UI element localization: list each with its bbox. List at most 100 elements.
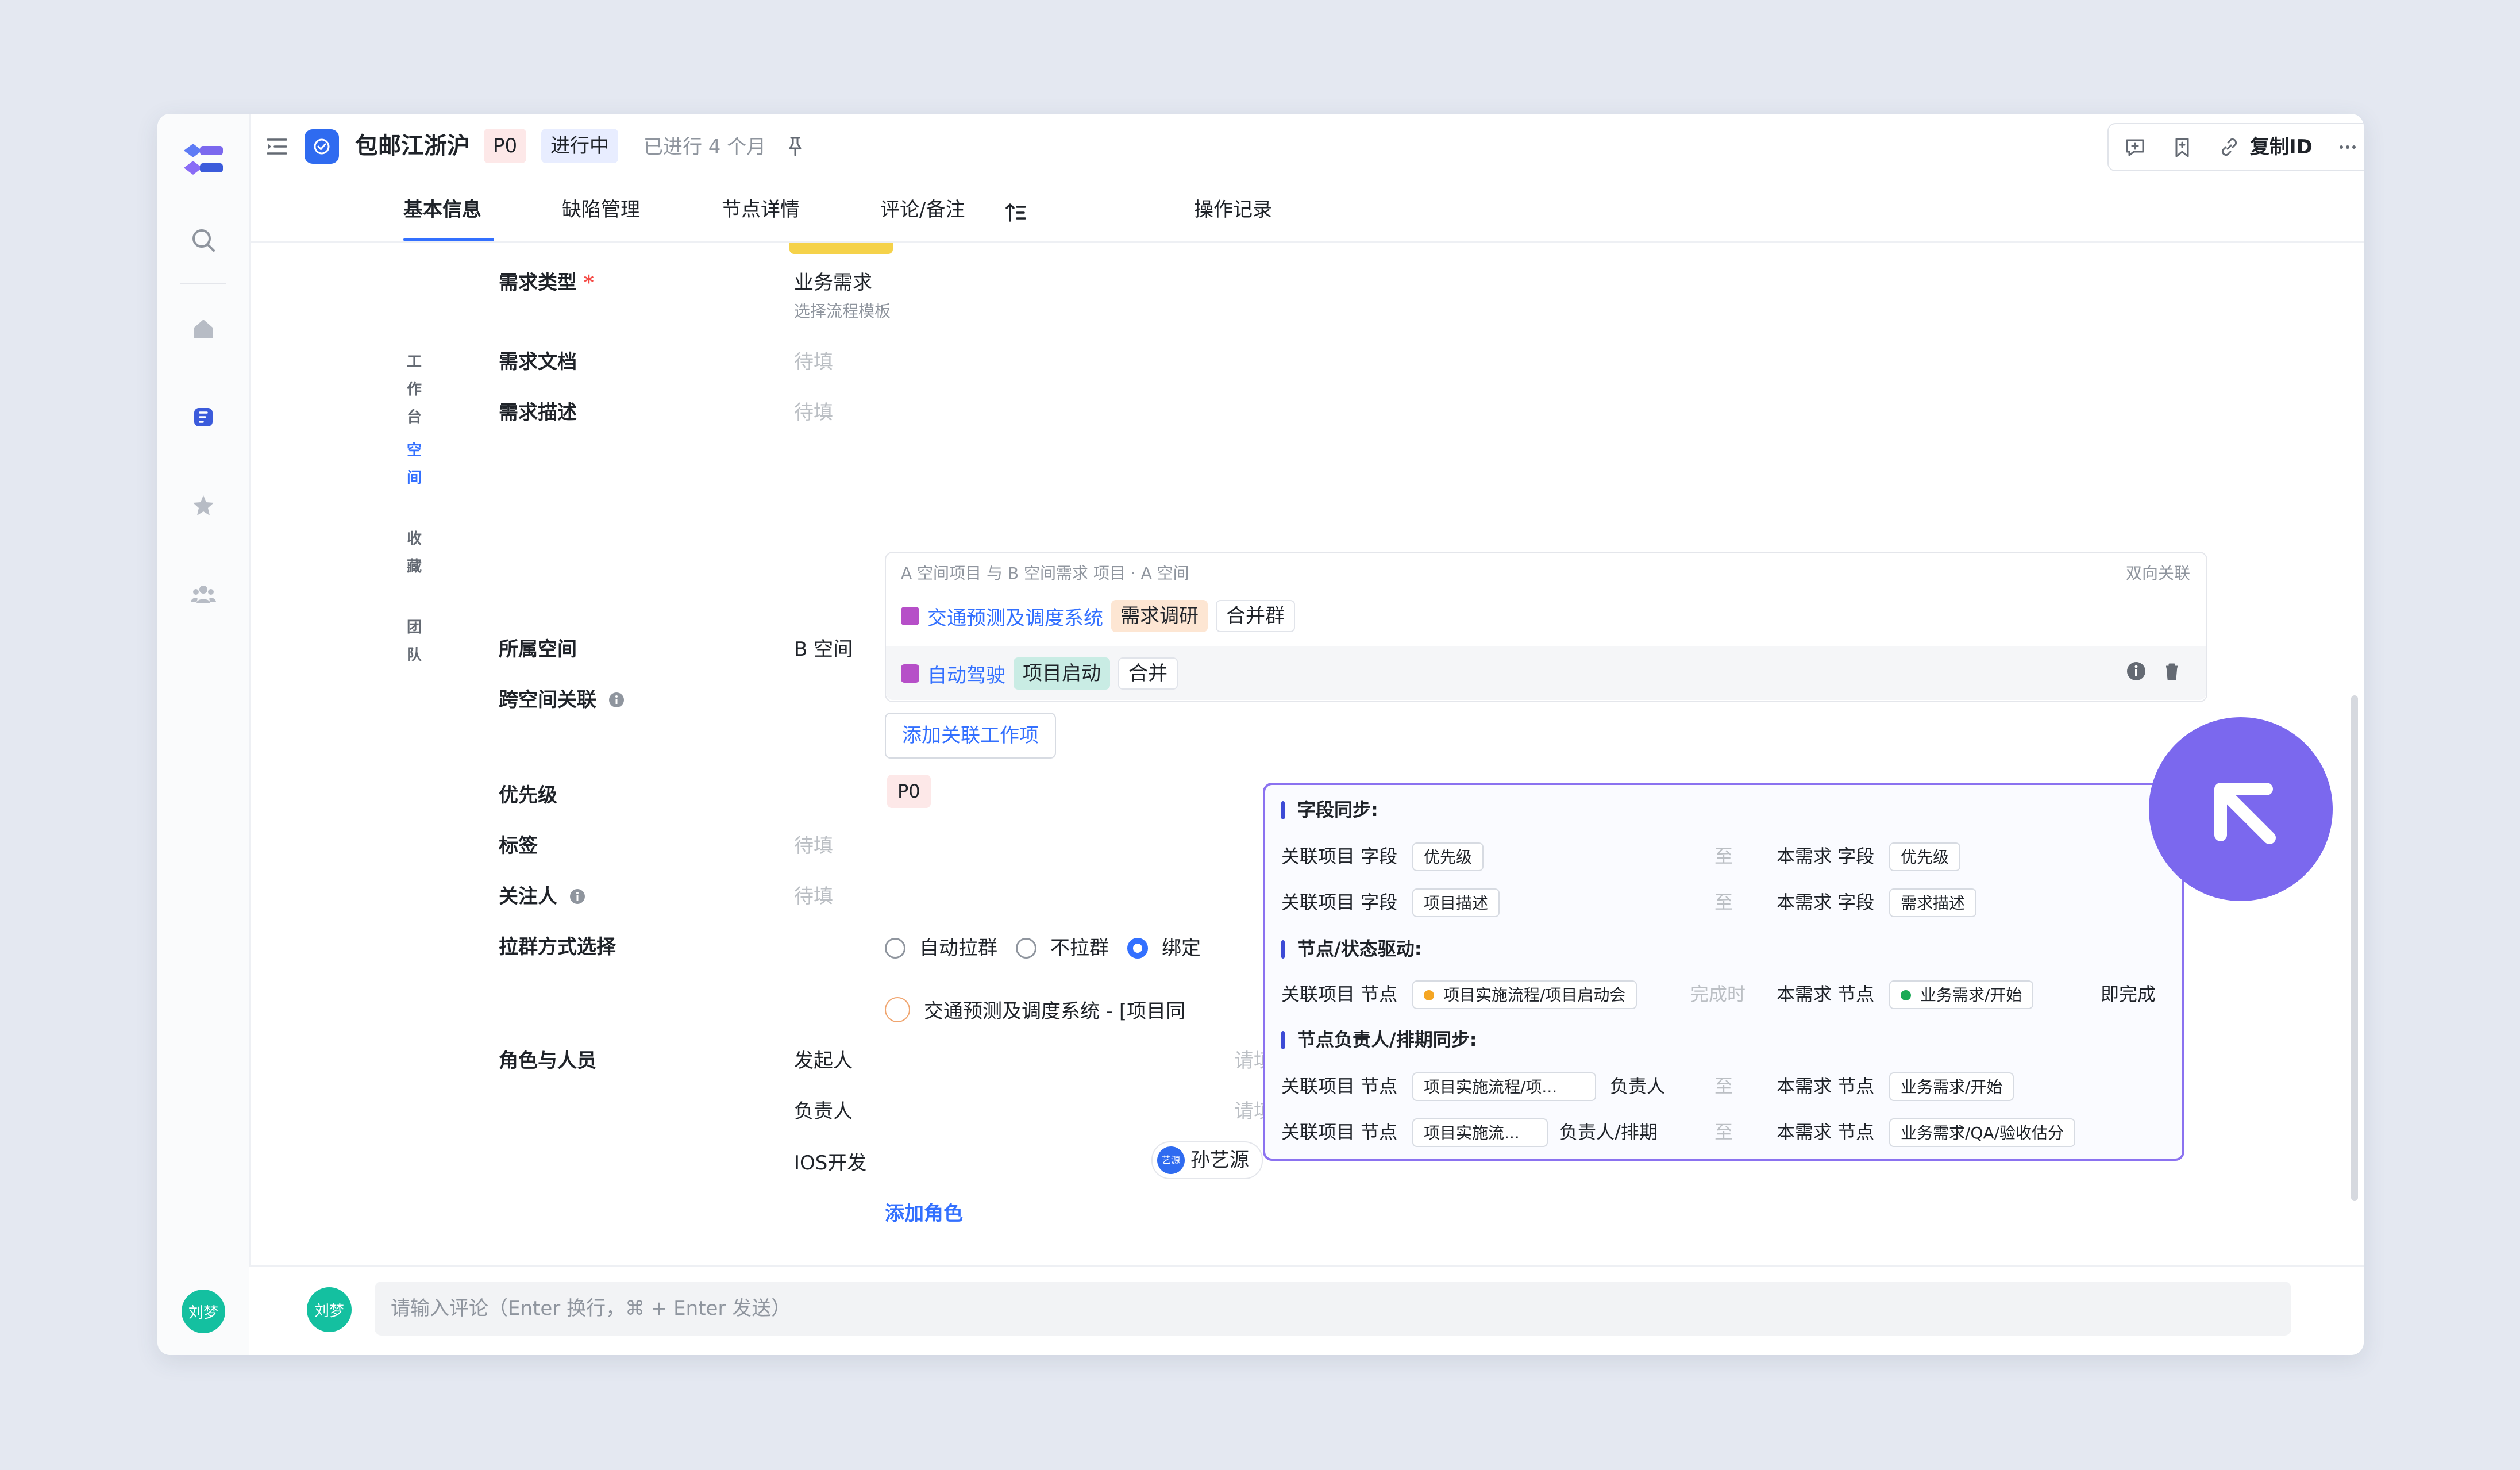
- node-chip[interactable]: 业务需求/QA/验收估分: [1889, 1118, 2076, 1147]
- field-chip[interactable]: 优先级: [1412, 842, 1484, 871]
- home-icon: [194, 320, 213, 338]
- cross-link-row[interactable]: 自动驾驶 项目启动 合并: [901, 656, 1178, 691]
- field-label-req-doc: 需求文档: [499, 351, 577, 374]
- rail-item-favorites[interactable]: 收藏: [157, 492, 422, 575]
- info-icon[interactable]: [2125, 660, 2148, 683]
- scrollbar[interactable]: [2351, 695, 2358, 1201]
- field-label-tags: 标签: [499, 834, 538, 857]
- cross-link-row[interactable]: 交通预测及调度系统 需求调研 合并群: [901, 599, 1295, 633]
- status-badge[interactable]: 进行中: [541, 129, 618, 163]
- tags-value[interactable]: 待填: [794, 832, 833, 860]
- project-icon: [901, 607, 919, 625]
- req-desc-value[interactable]: 待填: [794, 399, 833, 426]
- priority-badge[interactable]: P0: [484, 129, 527, 163]
- node-chip[interactable]: 需求调研: [1111, 600, 1208, 632]
- node-chip[interactable]: 项目实施流...: [1412, 1118, 1548, 1147]
- radio-label[interactable]: 不拉群: [1050, 934, 1109, 962]
- node-chip[interactable]: 项目启动: [1014, 657, 1110, 690]
- cross-space-links: A 空间项目 与 B 空间需求 项目 · A 空间 双向关联 交通预测及调度系统…: [885, 552, 2207, 702]
- rel-field-label: 关联项目 字段: [1281, 845, 1398, 867]
- tab-node-details[interactable]: 节点详情: [722, 195, 800, 224]
- info-icon[interactable]: [608, 691, 625, 709]
- req-type-sub: 选择流程模板: [794, 302, 891, 321]
- team-icon: [191, 586, 216, 603]
- chat-add-icon[interactable]: [2124, 136, 2147, 159]
- tab-basic-info[interactable]: 基本信息: [403, 195, 481, 224]
- info-icon[interactable]: [569, 888, 586, 905]
- bound-group[interactable]: 交通预测及调度系统 - [项目同: [885, 995, 1185, 1023]
- merge-group-chip[interactable]: 合并: [1118, 657, 1178, 690]
- radio-bind-group[interactable]: [1127, 938, 1148, 959]
- rail-item-space[interactable]: 空间: [157, 403, 422, 487]
- bookmark-icon[interactable]: [2171, 136, 2194, 159]
- node-chip[interactable]: 业务需求/开始: [1889, 1072, 2014, 1101]
- merge-group-chip[interactable]: 合并群: [1216, 600, 1295, 632]
- add-linked-item-button[interactable]: 添加关联工作项: [885, 713, 1056, 759]
- node-chip[interactable]: 项目实施流程/项...: [1412, 1072, 1596, 1101]
- row-actions: [2125, 660, 2183, 683]
- followers-value[interactable]: 待填: [794, 883, 833, 910]
- more-icon[interactable]: [2336, 136, 2359, 159]
- priority-value[interactable]: P0: [887, 775, 931, 808]
- status-chip: [789, 243, 893, 254]
- copy-id-button[interactable]: 复制ID: [2250, 132, 2313, 162]
- elapsed-time: 已进行 4 个月: [644, 136, 766, 159]
- rail-item-team[interactable]: 团队: [157, 580, 422, 664]
- rel-node-label: 关联项目 节点: [1281, 983, 1398, 1005]
- req-doc-value[interactable]: 待填: [794, 348, 833, 376]
- header-actions: 复制ID: [2107, 123, 2364, 171]
- this-field-label: 本需求 字段: [1777, 891, 1875, 913]
- field-label-group-method: 拉群方式选择: [499, 936, 616, 959]
- to-label: 至: [1714, 1121, 1733, 1143]
- person-tag[interactable]: 艺源 孙艺源: [1151, 1141, 1263, 1179]
- sort-icon[interactable]: [1004, 201, 1027, 224]
- comment-input[interactable]: [375, 1282, 2291, 1336]
- project-link[interactable]: 自动驾驶: [927, 660, 1005, 688]
- node-chip[interactable]: 业务需求/开始: [1889, 980, 2034, 1009]
- link-icon[interactable]: [2218, 136, 2241, 159]
- left-rail: 工作台 空间 收藏 团队 刘梦: [157, 114, 422, 1355]
- project-link[interactable]: 交通预测及调度系统: [927, 602, 1103, 630]
- project-icon: [901, 664, 919, 683]
- sidebar-toggle-icon[interactable]: [265, 135, 288, 158]
- field-chip[interactable]: 优先级: [1889, 842, 1961, 871]
- rel-node-label: 关联项目 节点: [1281, 1075, 1398, 1097]
- req-type-value[interactable]: 业务需求: [794, 269, 872, 297]
- tab-comments[interactable]: 评论/备注: [880, 195, 965, 224]
- section-owner-sync: 节点负责人/排期同步:: [1281, 1026, 1477, 1053]
- page-title[interactable]: 包邮江浙沪: [355, 130, 470, 162]
- space-value[interactable]: B 空间: [794, 636, 853, 663]
- section-node-drive: 节点/状态驱动:: [1281, 936, 1422, 962]
- avatar: 刘梦: [307, 1287, 352, 1332]
- instant-done-label: 即完成: [2101, 983, 2156, 1005]
- app-logo[interactable]: [180, 139, 226, 179]
- tab-operation-log[interactable]: 操作记录: [1194, 195, 1272, 224]
- radio-auto-group[interactable]: [885, 938, 905, 959]
- tab-defects[interactable]: 缺陷管理: [562, 195, 640, 224]
- node-chip[interactable]: 项目实施流程/项目启动会: [1412, 980, 1637, 1009]
- person-name: 孙艺源: [1190, 1149, 1249, 1172]
- owner-schedule-label: 负责人/排期: [1559, 1121, 1658, 1143]
- cross-space-meta: A 空间项目 与 B 空间需求 项目 · A 空间: [901, 564, 1189, 583]
- field-label-cross-space: 跨空间关联: [499, 686, 625, 714]
- user-avatar[interactable]: 刘梦: [182, 1290, 225, 1333]
- search-icon[interactable]: [190, 226, 217, 254]
- field-chip[interactable]: 项目描述: [1412, 888, 1500, 917]
- delete-icon[interactable]: [2160, 660, 2183, 683]
- radio-no-group[interactable]: [1016, 938, 1036, 959]
- label-text: 需求类型: [499, 271, 577, 294]
- radio-label[interactable]: 绑定: [1162, 934, 1201, 962]
- role-name: 发起人: [794, 1049, 853, 1072]
- status-dot: [1424, 990, 1434, 1000]
- tab-bar: 基本信息 缺陷管理 节点详情 评论/备注 操作记录: [249, 179, 2364, 243]
- rail-item-workbench[interactable]: 工作台: [157, 315, 422, 426]
- radio-label[interactable]: 自动拉群: [919, 934, 997, 962]
- pin-icon[interactable]: [784, 134, 807, 157]
- add-role-button[interactable]: 添加角色: [885, 1200, 963, 1227]
- field-chip[interactable]: 需求描述: [1889, 888, 1977, 917]
- owner-label: 负责人: [1610, 1075, 1666, 1097]
- space-icon: [194, 408, 213, 426]
- group-icon: [885, 996, 910, 1022]
- to-label: 至: [1714, 1075, 1733, 1097]
- rail-divider: [180, 283, 226, 284]
